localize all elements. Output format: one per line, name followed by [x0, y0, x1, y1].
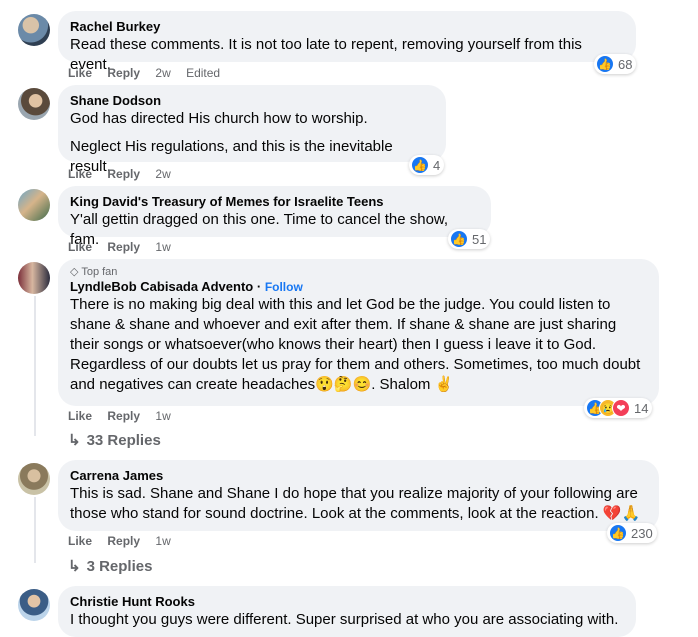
commenter-name[interactable]: Rachel Burkey: [70, 19, 624, 35]
comment-actions: Like Reply 2w Edited: [68, 65, 232, 81]
like-button[interactable]: Like: [68, 167, 92, 181]
comment-actions: Like Reply 1w: [68, 408, 183, 424]
replies-label: 3 Replies: [86, 558, 153, 575]
reaction-summary[interactable]: 👍 4: [409, 155, 445, 175]
thread-line: [34, 497, 36, 563]
reaction-count: 51: [472, 231, 487, 247]
commenter-name[interactable]: King David's Treasury of Memes for Israe…: [70, 194, 479, 210]
reaction-count: 4: [433, 157, 441, 173]
reaction-summary[interactable]: 👍 68: [594, 54, 637, 74]
dot-separator: ·: [256, 279, 265, 294]
avatar[interactable]: [18, 88, 50, 120]
avatar[interactable]: [18, 14, 50, 46]
comment-actions: Like Reply 2w: [68, 166, 183, 182]
reply-button[interactable]: Reply: [107, 167, 140, 181]
edited-label: Edited: [186, 66, 221, 80]
comment-text: This is sad. Shane and Shane I do hope t…: [70, 485, 641, 522]
diamond-icon: ◇: [70, 266, 82, 278]
avatar[interactable]: [18, 589, 50, 621]
reaction-summary[interactable]: 👍 51: [448, 229, 491, 249]
reply-button[interactable]: Reply: [107, 66, 140, 80]
commenter-name-link[interactable]: LyndleBob Cabisada Advento: [70, 279, 253, 294]
heart-icon: ❤: [612, 399, 630, 417]
timestamp[interactable]: 1w: [155, 240, 170, 254]
avatar[interactable]: [18, 463, 50, 495]
comment-text: I thought you guys were different. Super…: [70, 611, 619, 628]
reaction-summary[interactable]: 👍 😢 ❤ 14: [584, 398, 653, 418]
avatar[interactable]: [18, 189, 50, 221]
reply-arrow-icon: ↳: [68, 558, 81, 575]
reaction-count: 230: [631, 525, 653, 541]
comment-actions: Like Reply 1w: [68, 533, 183, 549]
timestamp[interactable]: 2w: [155, 66, 170, 80]
commenter-name[interactable]: Christie Hunt Rooks: [70, 594, 624, 610]
timestamp[interactable]: 1w: [155, 534, 170, 548]
reply-button[interactable]: Reply: [107, 240, 140, 254]
top-fan-badge: ◇ Top fan: [70, 266, 118, 278]
like-button[interactable]: Like: [68, 240, 92, 254]
follow-button[interactable]: Follow: [265, 280, 303, 294]
comment-bubble: Rachel Burkey Read these comments. It is…: [58, 11, 636, 73]
like-button[interactable]: Like: [68, 409, 92, 423]
like-icon: 👍: [411, 156, 429, 174]
comment-bubble: Christie Hunt Rooks I thought you guys w…: [58, 586, 636, 637]
like-button[interactable]: Like: [68, 534, 92, 548]
comment-bubble: Shane Dodson God has directed His church…: [58, 85, 446, 175]
commenter-name: LyndleBob Cabisada Advento · Follow: [70, 279, 647, 295]
reaction-count: 68: [618, 56, 633, 72]
replies-label: 33 Replies: [86, 432, 161, 449]
view-replies-button[interactable]: ↳ 33 Replies: [68, 431, 161, 449]
comment-bubble: ◇ Top fan LyndleBob Cabisada Advento · F…: [58, 259, 659, 406]
comment-bubble: King David's Treasury of Memes for Israe…: [58, 186, 491, 248]
avatar[interactable]: [18, 262, 50, 294]
commenter-name[interactable]: Shane Dodson: [70, 93, 434, 109]
like-icon: 👍: [450, 230, 468, 248]
comment-actions: Like Reply 1w: [68, 239, 183, 255]
timestamp[interactable]: 1w: [155, 409, 170, 423]
like-icon: 👍: [609, 524, 627, 542]
commenter-name[interactable]: Carrena James: [70, 468, 647, 484]
reply-button[interactable]: Reply: [107, 534, 140, 548]
reaction-summary[interactable]: 👍 230: [607, 523, 657, 543]
reply-button[interactable]: Reply: [107, 409, 140, 423]
reply-arrow-icon: ↳: [68, 432, 81, 449]
timestamp[interactable]: 2w: [155, 167, 170, 181]
reaction-count: 14: [634, 400, 649, 416]
view-replies-button[interactable]: ↳ 3 Replies: [68, 557, 152, 575]
comment-text: There is no making big deal with this an…: [70, 296, 641, 393]
comment-bubble: Carrena James This is sad. Shane and Sha…: [58, 460, 659, 531]
thread-line: [34, 296, 36, 436]
like-button[interactable]: Like: [68, 66, 92, 80]
like-icon: 👍: [596, 55, 614, 73]
